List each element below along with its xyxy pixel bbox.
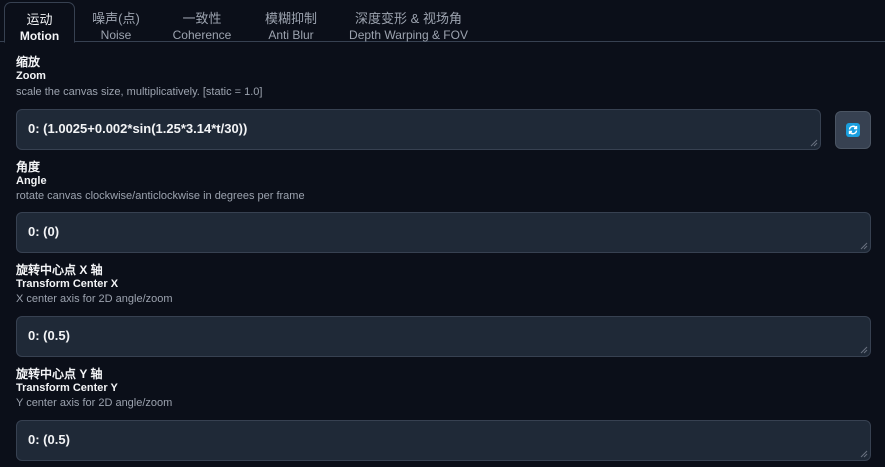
tab-anti-blur-zh: 模糊抑制	[264, 11, 317, 26]
center-y-input[interactable]: 0: (0.5)	[16, 420, 871, 461]
angle-title-zh: 角度	[16, 160, 41, 174]
tab-depth-warping[interactable]: 深度变形 & 视场角 Depth Warping & FOV	[342, 2, 475, 42]
refresh-icon	[846, 123, 860, 137]
resize-grip-icon[interactable]	[860, 242, 868, 250]
zoom-title-zh: 缩放	[16, 55, 41, 69]
center-x-input[interactable]: 0: (0.5)	[16, 316, 871, 357]
zoom-input[interactable]: 0: (1.0025+0.002*sin(1.25*3.14*t/30))	[16, 109, 821, 150]
tab-noise[interactable]: 噪声(点) Noise	[80, 2, 152, 42]
resize-grip-icon[interactable]	[810, 139, 818, 147]
tab-depth-warping-en: Depth Warping & FOV	[349, 28, 468, 42]
center-y-title-en: Transform Center Y	[16, 382, 118, 394]
resize-grip-icon[interactable]	[860, 450, 868, 458]
tab-depth-warping-zh: 深度变形 & 视场角	[355, 11, 462, 26]
angle-input[interactable]: 0: (0)	[16, 212, 871, 253]
tab-motion-zh: 运动	[26, 12, 53, 27]
tab-coherence-en: Coherence	[172, 28, 232, 42]
center-y-input-value: 0: (0.5)	[28, 432, 70, 447]
tab-coherence-zh: 一致性	[182, 11, 222, 26]
angle-title-en: Angle	[16, 175, 47, 187]
tab-noise-en: Noise	[100, 28, 132, 42]
angle-input-value: 0: (0)	[28, 224, 60, 239]
tab-bar: 运动 Motion 噪声(点) Noise 一致性 Coherence 模糊抑制…	[0, 0, 885, 43]
tab-coherence[interactable]: 一致性 Coherence	[163, 2, 241, 42]
tab-anti-blur[interactable]: 模糊抑制 Anti Blur	[254, 2, 328, 42]
zoom-description: scale the canvas size, multiplicatively.…	[16, 86, 263, 98]
tab-motion[interactable]: 运动 Motion	[4, 2, 75, 43]
center-y-description: Y center axis for 2D angle/zoom	[16, 397, 173, 409]
center-x-input-value: 0: (0.5)	[28, 328, 70, 343]
center-x-title-en: Transform Center X	[16, 278, 119, 290]
center-y-title-zh: 旋转中心点 Y 轴	[16, 367, 103, 381]
tab-motion-en: Motion	[19, 29, 60, 43]
center-x-description: X center axis for 2D angle/zoom	[16, 293, 173, 305]
zoom-input-value: 0: (1.0025+0.002*sin(1.25*3.14*t/30))	[28, 121, 248, 136]
tab-noise-zh: 噪声(点)	[92, 11, 140, 26]
center-x-title-zh: 旋转中心点 X 轴	[16, 263, 103, 277]
tab-anti-blur-en: Anti Blur	[268, 28, 314, 42]
angle-description: rotate canvas clockwise/anticlockwise in…	[16, 190, 305, 202]
zoom-title-en: Zoom	[16, 70, 46, 82]
refresh-button[interactable]	[835, 111, 871, 149]
resize-grip-icon[interactable]	[860, 346, 868, 354]
